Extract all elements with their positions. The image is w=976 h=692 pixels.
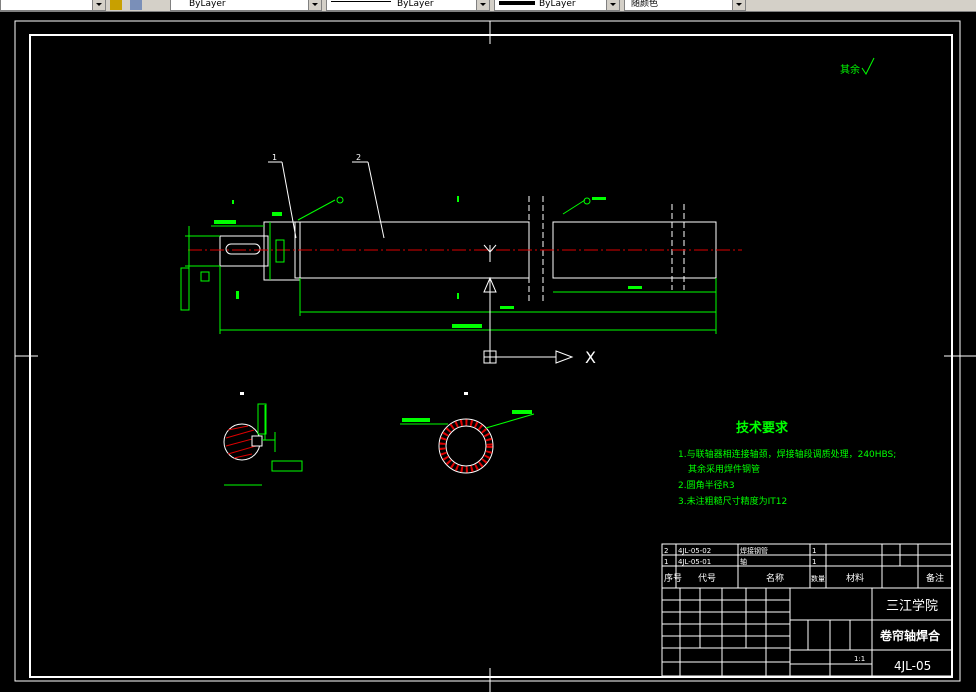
drawing-canvas[interactable]: 其余 1 2 X 技术要求 1.与联轴器相连接轴颈，焊接轴段调质处理，240HB… — [0, 12, 976, 692]
chevron-down-icon[interactable] — [476, 0, 489, 10]
color-dropdown[interactable]: ByLayer — [170, 0, 322, 11]
color-value: ByLayer — [189, 0, 226, 9]
dropdown-prev[interactable] — [0, 0, 106, 11]
bom-header-name: 名称 — [766, 572, 784, 584]
dimension-lines — [180, 199, 717, 334]
roughness-note: 其余 — [840, 63, 860, 76]
chevron-down-icon[interactable] — [606, 0, 619, 10]
chevron-down-icon[interactable] — [308, 0, 321, 10]
lineweight-swatch — [499, 1, 535, 5]
bom-row1-qty: 1 — [812, 558, 816, 566]
tech-req-line-3: 3.未注粗糙尺寸精度为IT12 — [678, 495, 787, 507]
school-name: 三江学院 — [886, 598, 938, 614]
section-label-mark — [464, 392, 468, 395]
tech-req-line-2: 2.圆角半径R3 — [678, 479, 735, 491]
lineweight-value: ByLayer — [539, 0, 576, 9]
properties-toolbar: ByLayer ByLayer ByLayer 随颜色 — [0, 0, 976, 12]
part-number-2: 2 — [356, 153, 361, 162]
bom-row1-name: 轴 — [740, 557, 747, 566]
bom-row2-qty: 1 — [812, 547, 816, 555]
part-leaders — [268, 161, 385, 239]
bom-header-qty: 数量 — [811, 574, 825, 583]
bom-row2-seq: 2 — [664, 547, 668, 555]
plotstyle-dropdown[interactable]: 随颜色 — [624, 0, 746, 11]
datum-circle — [336, 196, 344, 204]
part-number-1: 1 — [272, 153, 277, 162]
layer-previous-icon[interactable] — [130, 0, 142, 10]
cursor-crosshair — [483, 244, 497, 262]
bom-row2-code: 4JL-05-02 — [678, 547, 711, 555]
tech-req-line-1b: 其余采用焊件钢管 — [688, 463, 760, 475]
ucs-x-label: X — [585, 348, 596, 367]
layer-match-icon[interactable] — [110, 0, 122, 10]
plotstyle-value: 随颜色 — [631, 0, 659, 9]
roughness-symbol — [861, 57, 875, 75]
bom-row1-code: 4JL-05-01 — [678, 558, 711, 566]
keyway-slot — [225, 243, 261, 255]
tube-diameter-text — [402, 418, 430, 422]
bom-header-material: 材料 — [846, 572, 864, 584]
drawing-number: 4JL-05 — [894, 659, 931, 673]
tube-hatch — [439, 419, 493, 473]
drawing-scale: 1:1 — [854, 655, 865, 663]
datum-circle — [583, 197, 591, 205]
keyway-notch — [251, 435, 263, 447]
section-label-mark — [240, 392, 244, 395]
section-view-keyway[interactable] — [223, 392, 303, 486]
linetype-value: ByLayer — [397, 0, 434, 9]
linetype-swatch — [331, 1, 391, 8]
break-lines — [528, 196, 685, 302]
shaft-end-journal — [219, 235, 269, 267]
tube-inner — [445, 425, 487, 467]
bom-header-remark: 备注 — [926, 572, 944, 584]
chevron-down-icon[interactable] — [92, 0, 105, 10]
linetype-dropdown[interactable]: ByLayer — [326, 0, 490, 11]
chevron-down-icon[interactable] — [732, 0, 745, 10]
bom-row1-seq: 1 — [664, 558, 668, 566]
bom-header-code: 代号 — [698, 573, 716, 584]
bom-row2-name: 焊接钢管 — [740, 546, 768, 555]
shaft-main-view[interactable] — [188, 196, 742, 302]
lineweight-dropdown[interactable]: ByLayer — [494, 0, 620, 11]
tech-req-title: 技术要求 — [736, 420, 789, 436]
tube-thickness-text — [512, 410, 532, 414]
section-view-tube[interactable] — [400, 392, 535, 474]
part-name: 卷帘轴焊合 — [879, 628, 941, 643]
tech-req-line-1: 1.与联轴器相连接轴颈，焊接轴段调质处理，240HBS; — [678, 448, 896, 460]
section-dims — [224, 403, 303, 486]
tube-outer — [438, 418, 494, 474]
ucs-icon — [483, 276, 574, 364]
bom-header-seq: 序号 — [664, 572, 682, 584]
tube-thickness-leader — [485, 413, 535, 429]
